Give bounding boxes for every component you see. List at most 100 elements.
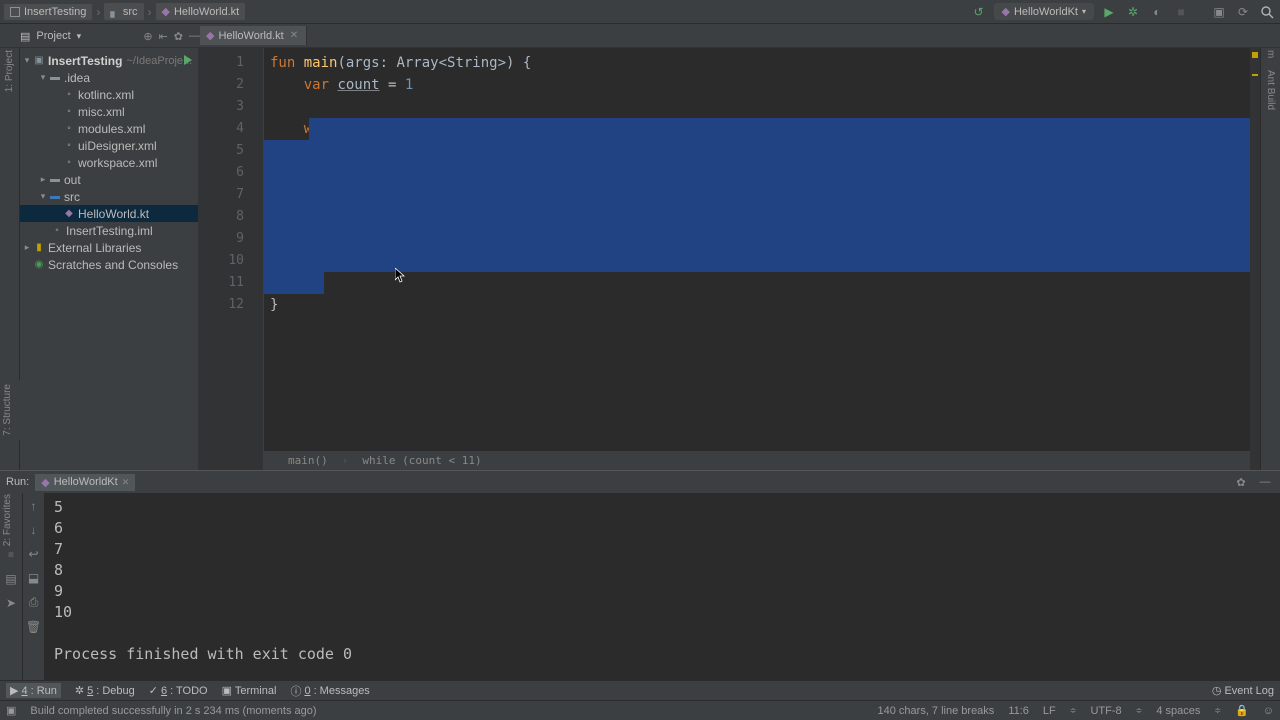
kotlin-icon: ◆ [41,476,49,489]
tool-run[interactable]: ▶ 44: Run: Run [6,683,61,698]
run-config-selector[interactable]: ◆ HelloWorldKt ▾ [994,3,1094,20]
tree-hint: ~/IdeaProje... [126,55,192,67]
tool-terminal[interactable]: ▣ Terminal [222,684,277,697]
run-tool-window: Run: ◆ HelloWorldKt ✕ ✿ — ▶ ■ ⏹ ▤ ➤ ↑ ↓ … [0,470,1280,680]
run-gutter-icon[interactable] [184,55,192,65]
tool-todo[interactable]: ✓ 6: TODO [149,684,208,697]
breadcrumb-label: src [123,6,138,18]
hide-icon[interactable]: — [1256,473,1274,491]
tree-label: src [64,190,80,204]
up-icon[interactable]: ↑ [31,499,37,513]
hide-icon[interactable]: — [189,30,200,43]
run-config-label: HelloWorldKt [1014,6,1078,18]
kotlin-file-icon: ◆ [206,29,214,42]
status-caret: 11:6 [1008,705,1029,717]
project-title: Project [36,30,70,42]
breadcrumb-project[interactable]: InsertTesting [4,4,92,20]
breadcrumb-file[interactable]: ◆ HelloWorld.kt [156,3,246,20]
tree-scratches[interactable]: ◉Scratches and Consoles [20,256,198,273]
run-title: Run: [6,476,29,488]
tree-label: .idea [64,71,90,85]
tree-file-selected[interactable]: ◆HelloWorld.kt [20,205,198,222]
tree-label: External Libraries [48,241,141,255]
breadcrumb-folder[interactable]: ▖ src [104,3,143,20]
maven-tool-button[interactable]: m [1265,50,1276,58]
status-message: Build completed successfully in 2 s 234 … [30,705,316,717]
stop-icon[interactable]: ■ [1172,3,1190,21]
collapse-icon[interactable]: ⇤ [159,30,168,43]
pin-icon[interactable]: ➤ [6,596,16,610]
tree-folder[interactable]: ▸▬out [20,171,198,188]
project-tool-header[interactable]: ▤ Project ▾ ⊕ ⇤ ✿ — [20,24,200,48]
run-tab[interactable]: ◆ HelloWorldKt ✕ [35,474,135,491]
close-icon[interactable]: ✕ [122,477,130,488]
ant-tool-button[interactable]: Ant Build [1265,70,1276,110]
update-icon[interactable]: ⟳ [1234,3,1252,21]
debug-icon[interactable]: ✲ [1124,3,1142,21]
error-stripe[interactable] [1250,48,1260,470]
editor-tab[interactable]: ◆ HelloWorld.kt ✕ [200,26,307,45]
tree-folder[interactable]: ▾▬src [20,188,198,205]
tool-debug[interactable]: ✲ 5: Debug [75,684,135,697]
console-output[interactable]: 5 6 7 8 9 10 Process finished with exit … [44,493,1280,680]
layout-icon[interactable]: ▣ [1210,3,1228,21]
status-indent[interactable]: 4 spaces [1156,705,1200,717]
gear-icon[interactable]: ✿ [174,30,183,43]
run-side-toolbar2: ↑ ↓ ↩ ⬓ ⎙ 🗑 [22,493,44,680]
editor-breadcrumbs[interactable]: main() › while (count < 11) [264,450,1250,470]
status-encoding[interactable]: UTF-8 [1090,705,1121,717]
tree-root[interactable]: ▾▣ InsertTesting ~/IdeaProje... [20,52,198,69]
tree-label: InsertTesting [48,54,122,68]
tree-folder[interactable]: ▾▬.idea [20,69,198,86]
scroll-icon[interactable]: ⬓ [28,571,39,585]
tree-file[interactable]: ◦InsertTesting.iml [20,222,198,239]
crumb-while[interactable]: while (count < 11) [362,450,481,472]
tree-file[interactable]: ◦misc.xml [20,103,198,120]
tree-label: Scratches and Consoles [48,258,178,272]
project-tree[interactable]: ▾▣ InsertTesting ~/IdeaProje... ▾▬.idea … [20,48,198,470]
tree-file[interactable]: ◦modules.xml [20,120,198,137]
close-icon[interactable]: ✕ [290,30,298,41]
toolwindow-toggle-icon[interactable]: ▣ [6,704,16,717]
status-line-ending[interactable]: LF [1043,705,1056,717]
breadcrumb-label: HelloWorld.kt [174,6,239,18]
layout-icon[interactable]: ▤ [5,572,16,586]
tree-label: kotlinc.xml [78,88,134,102]
tree-file[interactable]: ◦uiDesigner.xml [20,137,198,154]
lock-icon[interactable]: 🔒 [1235,704,1249,717]
crumb-main[interactable]: main() [288,450,328,472]
project-tool-button[interactable]: 1: Project [4,50,15,92]
tree-file[interactable]: ◦workspace.xml [20,154,198,171]
chevron-down-icon: ▾ [1082,7,1086,16]
wrap-icon[interactable]: ↩ [28,547,38,561]
tree-label: modules.xml [78,122,145,136]
print-icon[interactable]: ⎙ [29,595,39,610]
sync-icon[interactable]: ↺ [970,3,988,21]
tree-label: HelloWorld.kt [78,207,149,221]
gear-icon[interactable]: ✿ [1232,473,1250,491]
code-area[interactable]: fun main(args: Array<String>) { var coun… [264,48,1250,470]
chevron-icon: ≑ [1214,706,1221,715]
tree-label: workspace.xml [78,156,157,170]
tree-external-libs[interactable]: ▸▮External Libraries [20,239,198,256]
locate-icon[interactable]: ⊕ [143,30,152,43]
kotlin-icon: ◆ [1002,5,1010,18]
code-editor[interactable]: 1 2345 6789 101112 fun main(args: Array<… [198,48,1260,470]
event-log[interactable]: ◷ Event Log [1212,684,1274,697]
editor-tab-label: HelloWorld.kt [218,30,283,42]
hector-icon[interactable]: ☺ [1263,705,1274,717]
down-icon[interactable]: ↓ [31,523,37,537]
run-icon[interactable]: ▶ [1100,3,1118,21]
tree-file[interactable]: ◦kotlinc.xml [20,86,198,103]
structure-tool-button[interactable]: 7: Structure [0,380,15,440]
tree-label: misc.xml [78,105,125,119]
trash-icon[interactable]: 🗑 [26,620,41,634]
search-icon[interactable] [1258,3,1276,21]
chevron-icon: ≑ [1070,706,1077,715]
tool-messages[interactable]: ⓘ 0: Messages [290,683,369,699]
tree-label: InsertTesting.iml [66,224,153,238]
run-coverage-icon[interactable]: ◐ [1148,3,1166,21]
fold-column[interactable] [252,48,264,470]
chevron-icon: › [96,5,100,19]
favorites-tool-button[interactable]: 2: Favorites [0,490,15,550]
